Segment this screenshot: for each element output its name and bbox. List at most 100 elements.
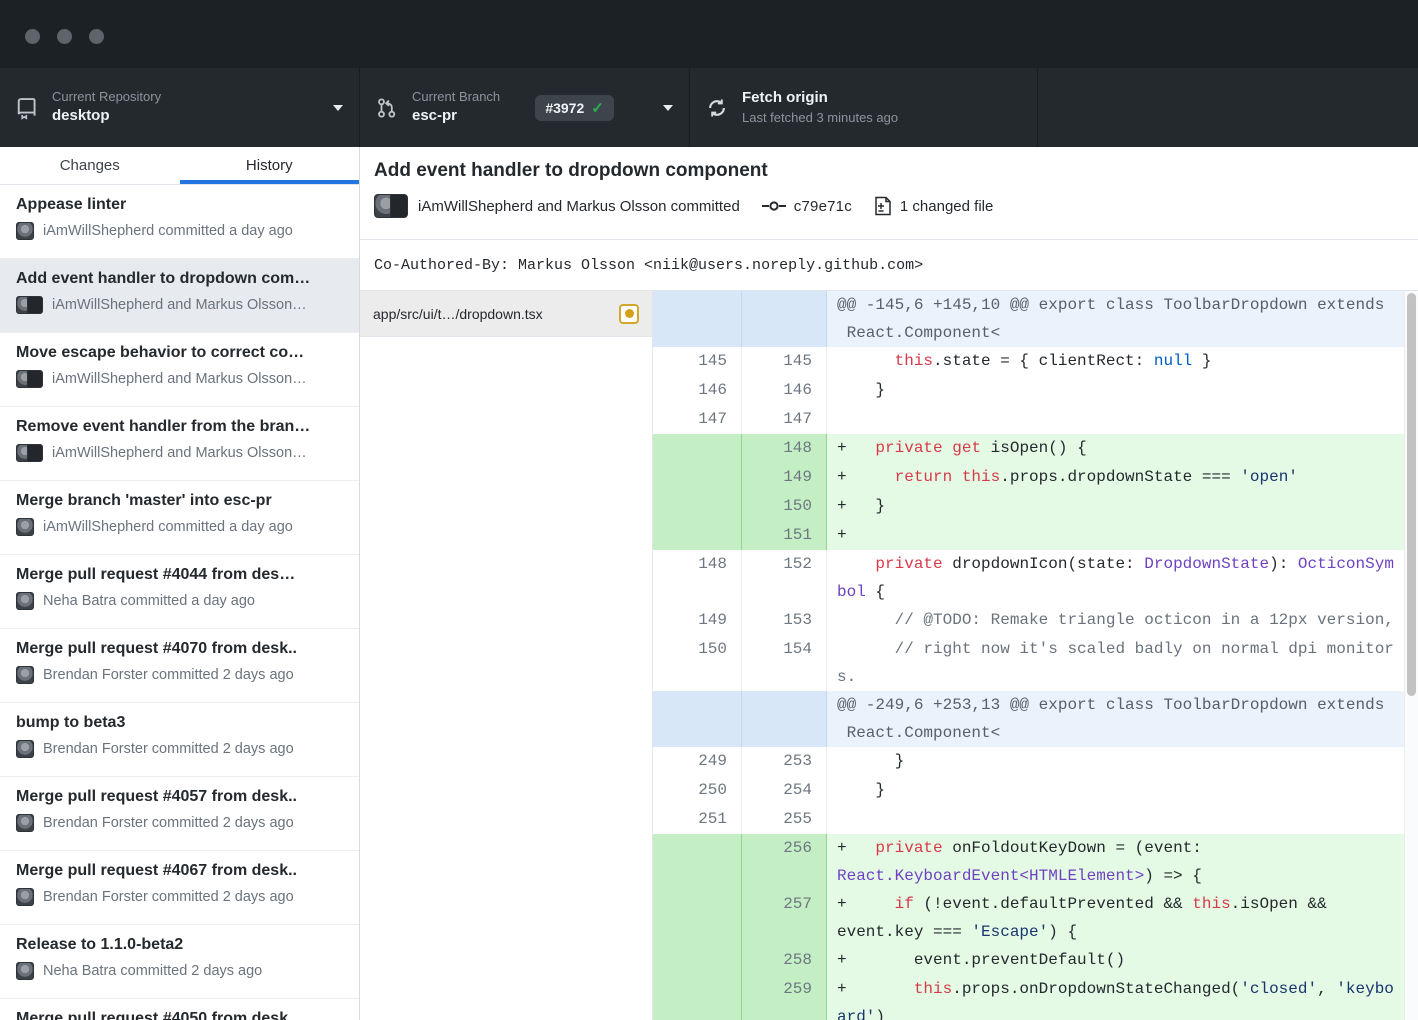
file-list-item[interactable]: app/src/ui/t…/dropdown.tsx xyxy=(360,291,652,337)
diff-code-line: } xyxy=(827,776,1404,805)
tab-changes[interactable]: Changes xyxy=(0,147,180,184)
old-line-number xyxy=(653,975,742,1020)
diff-row: 257+ if (!event.defaultPrevented && this… xyxy=(653,890,1404,946)
commit-title: Merge pull request #4050 from desk.. xyxy=(16,1010,343,1020)
commit-meta: iAmWillShepherd and Markus Olsson… xyxy=(52,445,307,461)
diff-code-line: } xyxy=(827,747,1404,776)
avatar xyxy=(16,888,34,906)
commit-meta: iAmWillShepherd and Markus Olsson… xyxy=(52,297,307,313)
commit-list: Appease linter iAmWillShepherd committed … xyxy=(0,185,359,1020)
commit-title: Merge pull request #4044 from des… xyxy=(16,566,343,584)
commit-list-item[interactable]: Merge pull request #4057 from desk..Bren… xyxy=(0,777,359,851)
diff-row: 146146 } xyxy=(653,376,1404,405)
old-line-number: 148 xyxy=(653,550,742,606)
new-line-number: 253 xyxy=(742,747,827,776)
diff-code-line: + event.preventDefault() xyxy=(827,946,1404,975)
tab-history[interactable]: History xyxy=(180,147,360,184)
commit-list-item[interactable]: Remove event handler from the bran… iAmWi… xyxy=(0,407,359,481)
commit-list-item[interactable]: Merge pull request #4070 from desk..Bren… xyxy=(0,629,359,703)
old-line-number xyxy=(653,521,742,550)
repo-name: desktop xyxy=(52,107,161,126)
zoom-window-button[interactable] xyxy=(89,29,104,44)
ci-check-icon: ✓ xyxy=(591,99,604,117)
fetch-origin-button[interactable]: Fetch origin Last fetched 3 minutes ago xyxy=(690,68,1038,147)
diff-row: 149153 // @TODO: Remake triangle octicon… xyxy=(653,606,1404,635)
diff-row: 149+ return this.props.dropdownState ===… xyxy=(653,463,1404,492)
commit-header: Add event handler to dropdown component … xyxy=(360,147,1418,240)
commit-list-item[interactable]: bump to beta3Brendan Forster committed 2… xyxy=(0,703,359,777)
commit-title: Appease linter xyxy=(16,196,343,214)
old-line-number: 251 xyxy=(653,805,742,834)
commit-title: Remove event handler from the bran… xyxy=(16,418,343,436)
file-modified-icon xyxy=(619,304,639,324)
commit-sha[interactable]: c79e71c xyxy=(794,198,852,215)
diff-row: 148+ private get isOpen() { xyxy=(653,434,1404,463)
old-line-number: 146 xyxy=(653,376,742,405)
diff-code-line: // right now it's scaled badly on normal… xyxy=(827,635,1404,691)
diff-row: 249253 } xyxy=(653,747,1404,776)
new-line-number: 154 xyxy=(742,635,827,691)
old-line-number: 249 xyxy=(653,747,742,776)
minimize-window-button[interactable] xyxy=(57,29,72,44)
commit-meta: Brendan Forster committed 2 days ago xyxy=(43,889,294,905)
app-toolbar: Current Repository desktop Current Branc… xyxy=(0,68,1418,147)
diff-code-line: + return this.props.dropdownState === 'o… xyxy=(827,463,1404,492)
old-line-number: 250 xyxy=(653,776,742,805)
current-repository-button[interactable]: Current Repository desktop xyxy=(0,68,360,147)
old-line-number xyxy=(653,691,742,747)
repo-icon xyxy=(16,96,38,120)
sidebar-tabbar: Changes History xyxy=(0,147,359,185)
close-window-button[interactable] xyxy=(25,29,40,44)
diff-code-line xyxy=(827,805,1404,834)
pr-number-badge: #3972 ✓ xyxy=(535,95,614,121)
commit-list-item[interactable]: Appease linter iAmWillShepherd committed … xyxy=(0,185,359,259)
commit-list-item[interactable]: Merge pull request #4067 from desk..Bren… xyxy=(0,851,359,925)
commit-list-item[interactable]: Add event handler to dropdown com…iAmWil… xyxy=(0,259,359,333)
avatar xyxy=(16,444,43,462)
avatar xyxy=(16,962,34,980)
diff-rows: @@ -145,6 +145,10 @@ export class Toolba… xyxy=(653,291,1404,1020)
old-line-number xyxy=(653,890,742,946)
diff-row: 259+ this.props.onDropdownStateChanged('… xyxy=(653,975,1404,1020)
avatar xyxy=(390,194,408,218)
commit-list-item[interactable]: Merge branch 'master' into esc-priAmWill… xyxy=(0,481,359,555)
diff-row: 251255 xyxy=(653,805,1404,834)
commit-meta: iAmWillShepherd committed a day ago xyxy=(43,223,293,239)
fetch-status: Last fetched 3 minutes ago xyxy=(742,110,898,126)
old-line-number: 149 xyxy=(653,606,742,635)
new-line-number: 150 xyxy=(742,492,827,521)
avatar xyxy=(16,814,34,832)
branch-name: esc-pr xyxy=(412,107,500,126)
history-sidebar: Changes History Appease linter iAmWillShe… xyxy=(0,147,360,1020)
current-branch-button[interactable]: Current Branch esc-pr #3972 ✓ xyxy=(360,68,690,147)
chevron-down-icon xyxy=(663,105,673,111)
diff-code-line: private dropdownIcon(state: DropdownStat… xyxy=(827,550,1404,606)
changed-files-count: 1 changed file xyxy=(900,198,993,215)
new-line-number: 145 xyxy=(742,347,827,376)
commit-list-item[interactable]: Merge pull request #4050 from desk.. xyxy=(0,999,359,1020)
new-line-number: 148 xyxy=(742,434,827,463)
commit-list-item[interactable]: Release to 1.1.0-beta2Neha Batra committ… xyxy=(0,925,359,999)
new-line-number: 153 xyxy=(742,606,827,635)
new-line-number: 259 xyxy=(742,975,827,1020)
diff-row: 258+ event.preventDefault() xyxy=(653,946,1404,975)
diff-row: 256+ private onFoldoutKeyDown = (event: … xyxy=(653,834,1404,890)
old-line-number xyxy=(653,834,742,890)
new-line-number: 256 xyxy=(742,834,827,890)
commit-title: Merge pull request #4070 from desk.. xyxy=(16,640,343,658)
scrollbar-thumb[interactable] xyxy=(1407,293,1416,696)
fetch-label: Fetch origin xyxy=(742,89,898,108)
old-line-number xyxy=(653,946,742,975)
diff-view: @@ -145,6 +145,10 @@ export class Toolba… xyxy=(653,291,1418,1020)
commit-detail-panel: Add event handler to dropdown component … xyxy=(360,147,1418,1020)
commit-description: Co-Authored-By: Markus Olsson <niik@user… xyxy=(360,240,1418,291)
avatar xyxy=(16,666,34,684)
old-line-number xyxy=(653,492,742,521)
commit-list-item[interactable]: Move escape behavior to correct co…iAmWi… xyxy=(0,333,359,407)
diff-scrollbar[interactable] xyxy=(1404,291,1418,1020)
avatar xyxy=(16,592,34,610)
sync-icon xyxy=(706,96,728,120)
commit-authors: iAmWillShepherd and Markus Olsson commit… xyxy=(418,198,740,215)
old-line-number xyxy=(653,291,742,347)
commit-list-item[interactable]: Merge pull request #4044 from des…Neha B… xyxy=(0,555,359,629)
